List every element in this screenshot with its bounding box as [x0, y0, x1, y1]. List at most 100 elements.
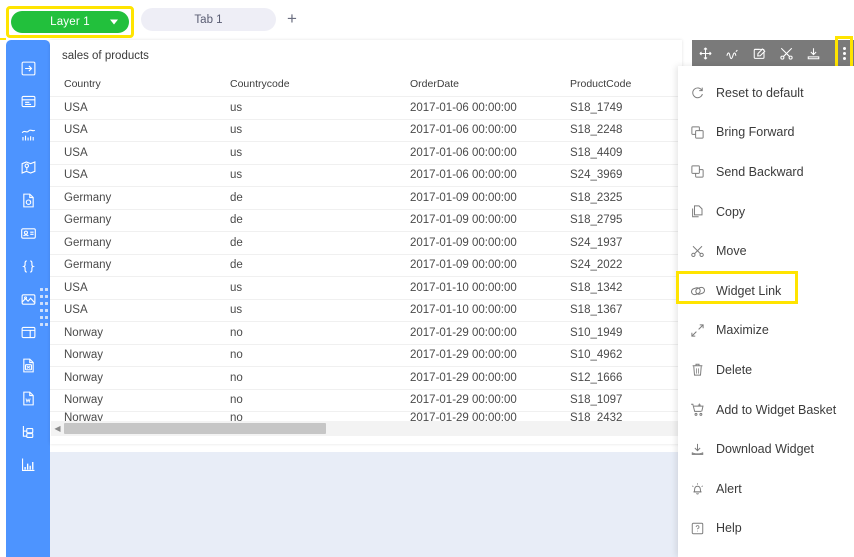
reset-circular-arrow-icon: [690, 85, 716, 100]
sidebar-item-import[interactable]: [6, 52, 50, 85]
layer-selector[interactable]: Layer 1: [11, 11, 129, 33]
column-header-productcode[interactable]: ProductCode: [570, 78, 670, 90]
table-cell: USA: [64, 304, 88, 317]
menu-item-delete[interactable]: Delete: [678, 350, 854, 390]
table-cell: Norway: [64, 349, 103, 362]
table-cell: Norway: [64, 394, 103, 407]
link-chain-icon: [690, 283, 716, 299]
sidebar-item-tree[interactable]: [6, 415, 50, 448]
table-row[interactable]: Germany de 2017-01-09 00:00:00 S18_2325: [50, 187, 682, 210]
menu-item-label: Help: [716, 521, 742, 536]
canvas-spacer: [50, 444, 682, 452]
menu-item-maximize[interactable]: Maximize: [678, 311, 854, 351]
drag-dot: [45, 316, 48, 319]
column-header-country[interactable]: Country: [50, 78, 230, 90]
sidebar-item-map[interactable]: [6, 151, 50, 184]
horizontal-scrollbar[interactable]: ◀: [51, 421, 679, 436]
menu-item-label: Download Widget: [716, 442, 814, 457]
column-header-orderdate[interactable]: OrderDate: [410, 78, 570, 90]
menu-item-copy[interactable]: Copy: [678, 192, 854, 232]
table-row[interactable]: USA us 2017-01-06 00:00:00 S18_2248: [50, 120, 682, 142]
table-row[interactable]: USA us 2017-01-06 00:00:00 S18_1749: [50, 97, 682, 120]
sidebar-item-document[interactable]: [6, 184, 50, 217]
table-cell: S18_1097: [570, 394, 623, 407]
table-cell: S18_1749: [570, 101, 623, 114]
table-cell: S18_1367: [570, 304, 623, 317]
download-tray-icon: [690, 442, 716, 457]
menu-item-label: Bring Forward: [716, 125, 795, 140]
table-row[interactable]: Norway no 2017-01-29 00:00:00 S10_4962: [50, 345, 682, 367]
app-root: Layer 1 Tab 1 + sales of products Countr…: [0, 0, 854, 557]
table-cell: us: [230, 304, 243, 317]
sidebar-drag-handle[interactable]: [40, 288, 49, 326]
table-row[interactable]: Germany de 2017-01-09 00:00:00 S24_1937: [50, 232, 682, 255]
layer-label: Layer 1: [50, 16, 90, 28]
sidebar-item-chart[interactable]: [6, 118, 50, 151]
sidebar-item-excel[interactable]: [6, 349, 50, 382]
table-cell: us: [230, 146, 243, 159]
table-cell: 2017-01-09 00:00:00: [410, 259, 517, 272]
menu-item-widget-link[interactable]: Widget Link: [678, 271, 854, 311]
chevron-left-icon[interactable]: ◀: [51, 421, 64, 436]
scissors-icon: [690, 244, 716, 259]
table-row[interactable]: Norway no 2017-01-29 00:00:00 S18_1097: [50, 390, 682, 412]
table-row[interactable]: Norway no 2017-01-29 00:00:00 S10_1949: [50, 322, 682, 345]
menu-item-send-backward[interactable]: Send Backward: [678, 152, 854, 192]
widget-context-menu: Reset to default Bring Forward Send Backwa…: [678, 66, 854, 557]
table-cell: 2017-01-29 00:00:00: [410, 394, 517, 407]
table-row[interactable]: Germany de 2017-01-09 00:00:00 S18_2795: [50, 210, 682, 232]
drag-dot: [45, 309, 48, 312]
column-header-countrycode[interactable]: Countrycode: [230, 78, 410, 90]
table-cell: 2017-01-29 00:00:00: [410, 326, 517, 339]
widget-title: sales of products: [62, 50, 149, 62]
drag-dot: [40, 316, 43, 319]
tab-1[interactable]: Tab 1: [141, 8, 276, 31]
table-cell: USA: [64, 101, 88, 114]
scrollbar-thumb[interactable]: [64, 423, 326, 434]
menu-item-bring-forward[interactable]: Bring Forward: [678, 113, 854, 153]
drag-dot: [45, 288, 48, 291]
download-icon[interactable]: [800, 40, 827, 66]
table-cell: no: [230, 371, 243, 384]
sidebar-item-analytics[interactable]: [6, 448, 50, 481]
edit-pencil-icon[interactable]: [746, 40, 773, 66]
table-row[interactable]: USA us 2017-01-06 00:00:00 S24_3969: [50, 165, 682, 187]
table-header-row: Country Countrycode OrderDate ProductCod…: [50, 72, 682, 97]
table-row[interactable]: USA us 2017-01-10 00:00:00 S18_1342: [50, 277, 682, 300]
table-row[interactable]: Norway no 2017-01-29 00:00:00 S12_1666: [50, 367, 682, 390]
sidebar-item-word[interactable]: [6, 382, 50, 415]
table-row[interactable]: USA us 2017-01-06 00:00:00 S18_4409: [50, 142, 682, 165]
table-cell: 2017-01-06 00:00:00: [410, 101, 517, 114]
table-cell: S18_2795: [570, 214, 623, 227]
tools-icon[interactable]: [773, 40, 800, 66]
sidebar-item-code[interactable]: [6, 250, 50, 283]
bell-alert-icon: [690, 481, 716, 496]
menu-item-alert[interactable]: Alert: [678, 469, 854, 509]
table-row[interactable]: Germany de 2017-01-09 00:00:00 S24_2022: [50, 255, 682, 277]
layer-selector-highlight: Layer 1: [6, 6, 134, 38]
menu-item-download-widget[interactable]: Download Widget: [678, 429, 854, 469]
drag-dot: [40, 295, 43, 298]
table-cell: us: [230, 101, 243, 114]
menu-item-help[interactable]: Help: [678, 509, 854, 549]
canvas-background: [50, 452, 682, 557]
sidebar-item-table[interactable]: [6, 85, 50, 118]
table-cell: S18_2248: [570, 124, 623, 137]
table-cell: Germany: [64, 191, 112, 204]
table-cell: 2017-01-09 00:00:00: [410, 191, 517, 204]
drag-dot: [40, 323, 43, 326]
move-arrows-icon[interactable]: [692, 40, 719, 66]
menu-item-label: Reset to default: [716, 85, 804, 100]
menu-item-reset-to-default[interactable]: Reset to default: [678, 73, 854, 113]
table-row[interactable]: USA us 2017-01-10 00:00:00 S18_1367: [50, 300, 682, 322]
scribble-icon[interactable]: [719, 40, 746, 66]
sidebar-item-profile[interactable]: [6, 217, 50, 250]
menu-item-add-to-widget-basket[interactable]: Add to Widget Basket: [678, 390, 854, 430]
table-cell: S10_1949: [570, 326, 623, 339]
menu-item-move[interactable]: Move: [678, 231, 854, 271]
table-cell: us: [230, 124, 243, 137]
add-tab-button[interactable]: +: [283, 9, 301, 29]
table-cell: no: [230, 349, 243, 362]
menu-item-label: Copy: [716, 204, 746, 219]
table-cell: us: [230, 281, 243, 294]
